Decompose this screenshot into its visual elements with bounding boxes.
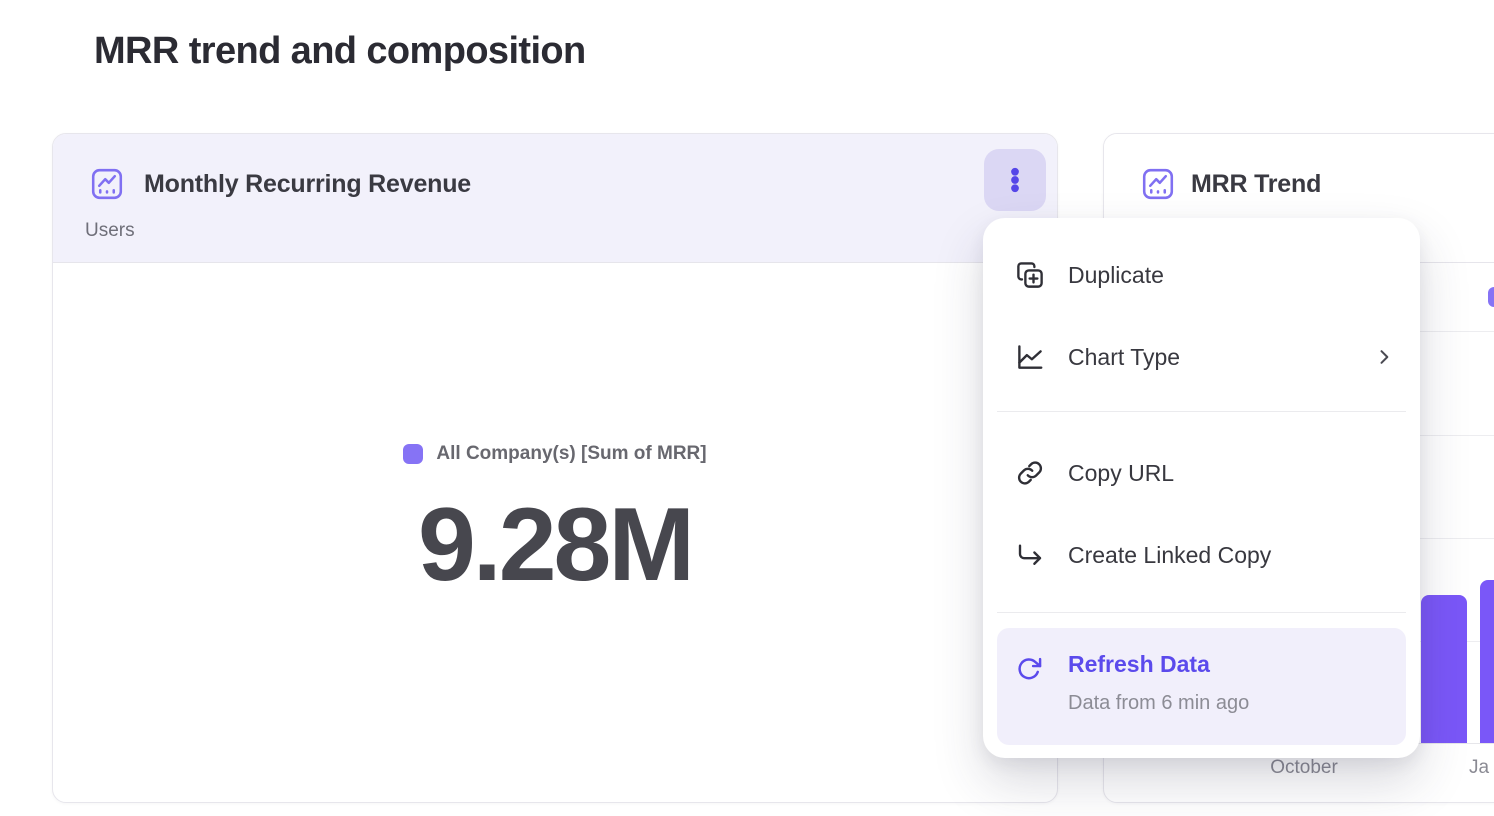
menu-divider <box>997 612 1406 613</box>
chart-icon <box>1140 166 1176 202</box>
x-axis-label-october: October <box>1214 757 1394 779</box>
refresh-icon <box>1015 655 1043 683</box>
kpi-value: 9.28M <box>53 486 1057 605</box>
corner-down-right-icon <box>1015 540 1045 570</box>
card-title: Monthly Recurring Revenue <box>144 170 471 199</box>
menu-item-label: Duplicate <box>1068 262 1164 289</box>
menu-item-create-linked-copy[interactable]: Create Linked Copy <box>983 522 1420 588</box>
bar[interactable] <box>1480 580 1494 743</box>
menu-item-chart-type[interactable]: Chart Type <box>983 324 1420 390</box>
duplicate-icon <box>1015 260 1045 290</box>
menu-item-label: Copy URL <box>1068 460 1174 487</box>
menu-item-duplicate[interactable]: Duplicate <box>983 242 1420 308</box>
card-title: MRR Trend <box>1191 170 1321 199</box>
menu-item-sublabel: Data from 6 min ago <box>1068 692 1249 715</box>
menu-item-refresh-data[interactable]: Refresh Data Data from 6 min ago <box>997 628 1406 745</box>
x-axis-label-january: Ja <box>1469 757 1489 779</box>
menu-item-label: Chart Type <box>1068 344 1180 371</box>
menu-item-label: Create Linked Copy <box>1068 542 1271 569</box>
chart-icon <box>89 166 125 202</box>
kpi-legend: All Company(s) [Sum of MRR] <box>53 443 1057 465</box>
menu-item-copy-url[interactable]: Copy URL <box>983 440 1420 506</box>
mrr-card: Monthly Recurring Revenue Users All Comp… <box>52 133 1058 803</box>
kebab-menu-button[interactable] <box>984 149 1046 211</box>
page-title: MRR trend and composition <box>94 30 586 73</box>
context-menu: Duplicate Chart Type Copy URL Create Lin… <box>983 218 1420 758</box>
kebab-icon <box>1000 165 1030 195</box>
legend-swatch <box>403 444 423 464</box>
chart-type-icon <box>1015 342 1045 372</box>
menu-divider <box>997 411 1406 412</box>
bar[interactable] <box>1421 595 1467 743</box>
legend-label: All Company(s) [Sum of MRR] <box>436 443 706 465</box>
card-subtitle: Users <box>85 220 135 242</box>
link-icon <box>1015 458 1045 488</box>
mrr-card-header: Monthly Recurring Revenue Users <box>53 134 1057 263</box>
chevron-right-icon <box>1374 347 1394 367</box>
menu-item-label: Refresh Data <box>1068 651 1210 678</box>
